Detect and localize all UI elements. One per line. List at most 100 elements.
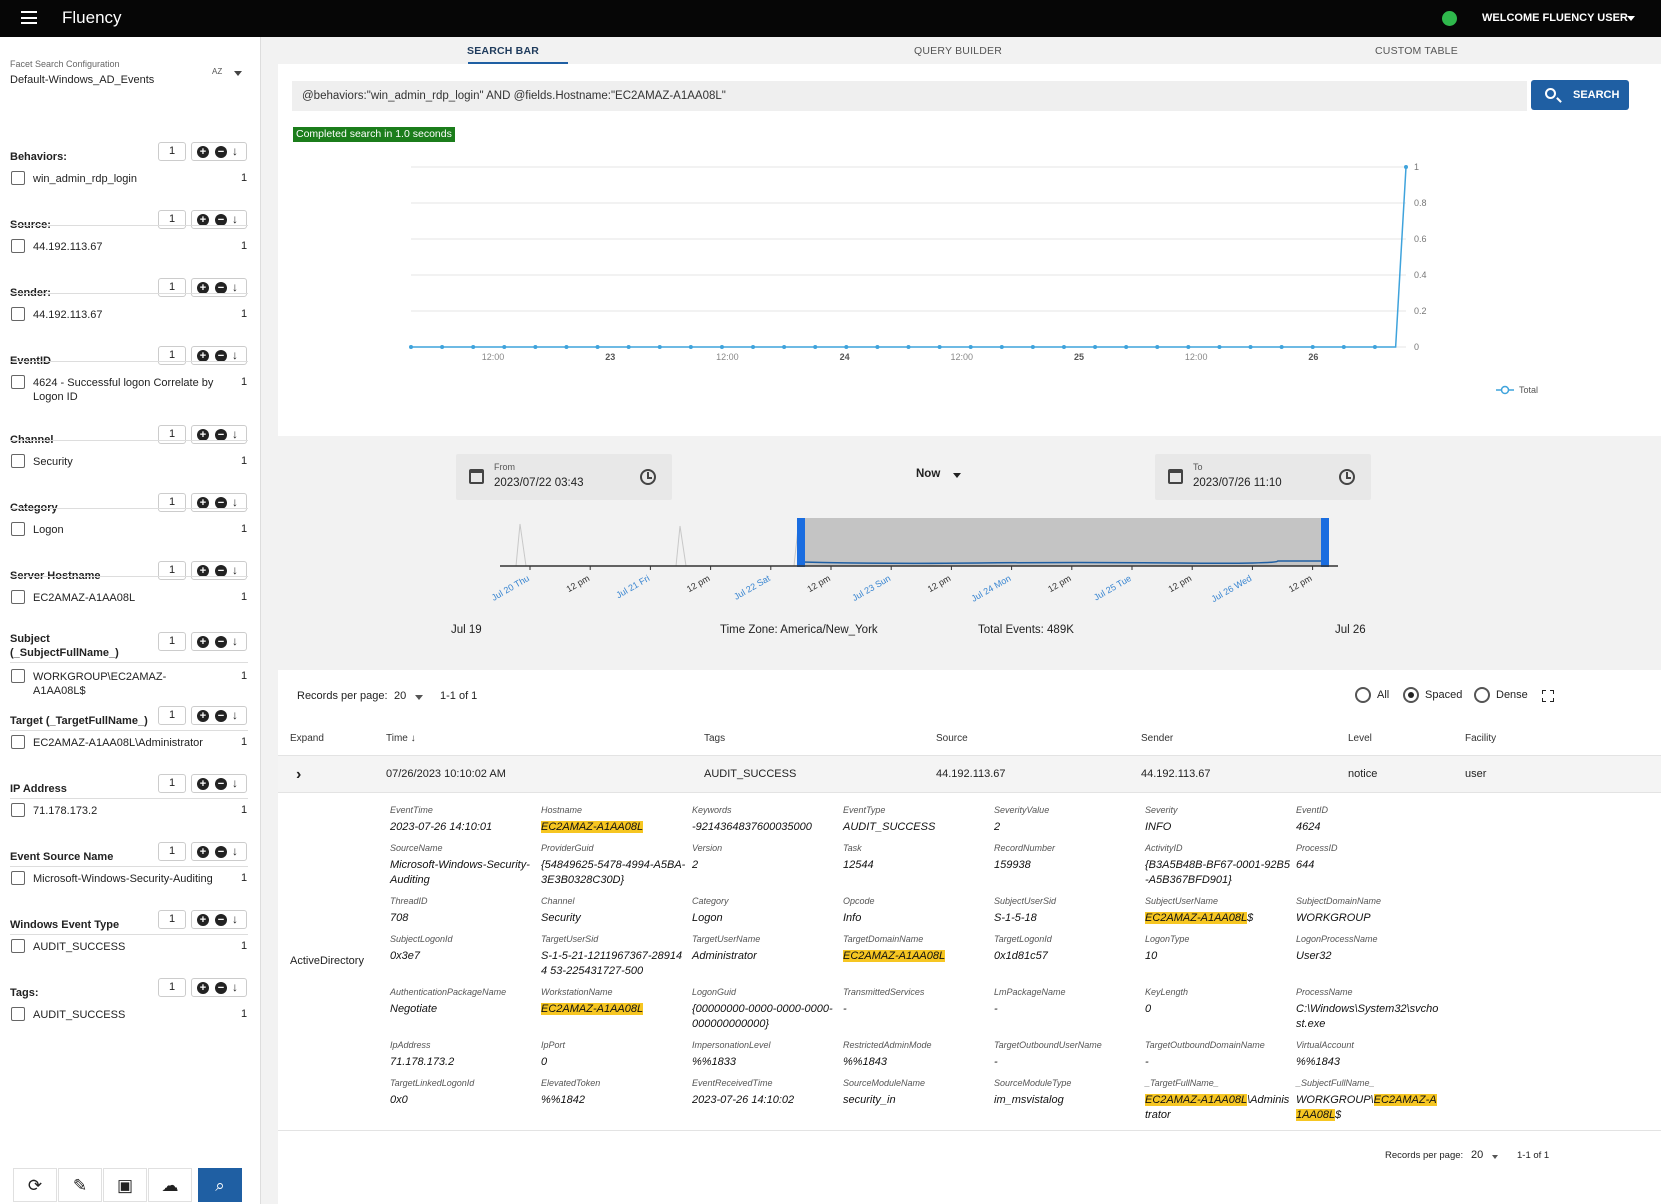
- facet-limit-input[interactable]: 1: [158, 561, 186, 580]
- facet-limit-input[interactable]: 1: [158, 346, 186, 365]
- plus-circle-icon[interactable]: +: [197, 636, 209, 648]
- facet-checkbox[interactable]: [11, 735, 25, 749]
- minus-circle-icon[interactable]: −: [215, 846, 227, 858]
- sort-arrow-down-icon[interactable]: ↓: [411, 733, 416, 744]
- config-select[interactable]: Default-Windows_AD_Events: [10, 74, 154, 86]
- clock-icon[interactable]: [1339, 469, 1355, 485]
- plus-circle-icon[interactable]: +: [197, 982, 209, 994]
- cloud-download-icon[interactable]: ☁: [148, 1168, 192, 1202]
- field-key: _SubjectFullName_: [1296, 1078, 1375, 1088]
- sort-az-icon[interactable]: AZ: [212, 67, 222, 76]
- brush-handle-right[interactable]: [1321, 518, 1329, 567]
- to-date-field[interactable]: To 2023/07/26 11:10: [1155, 454, 1371, 500]
- plus-circle-icon[interactable]: +: [197, 778, 209, 790]
- facet-checkbox[interactable]: [11, 871, 25, 885]
- time-brush-chart[interactable]: Jul 20 Thu 12 pm Jul 21 Fri 12 pm Jul 22 Sat…: [278, 506, 1661, 686]
- minus-circle-icon[interactable]: −: [215, 710, 227, 722]
- minus-circle-icon[interactable]: −: [215, 778, 227, 790]
- arrow-down-icon[interactable]: ↓: [232, 348, 238, 362]
- plus-circle-icon[interactable]: +: [197, 146, 209, 158]
- arrow-down-icon[interactable]: ↓: [232, 495, 238, 509]
- caret-down-icon[interactable]: [1492, 1155, 1498, 1159]
- from-date-field[interactable]: From 2023/07/22 03:43: [456, 454, 672, 500]
- facet-limit-input[interactable]: 1: [158, 425, 186, 444]
- caret-down-icon[interactable]: [234, 71, 242, 76]
- facet-checkbox[interactable]: [11, 171, 25, 185]
- records-per-page-select[interactable]: 20: [394, 690, 406, 702]
- facet-checkbox[interactable]: [11, 1007, 25, 1021]
- now-select[interactable]: Now: [916, 468, 940, 480]
- facet-checkbox[interactable]: [11, 239, 25, 253]
- detail-field: TargetLogonId 0x1d81c57: [994, 934, 1139, 964]
- refresh-icon[interactable]: ⟳: [13, 1168, 57, 1202]
- tab-search-bar[interactable]: SEARCH BAR: [467, 45, 539, 57]
- arrow-down-icon[interactable]: ↓: [232, 912, 238, 926]
- caret-down-icon[interactable]: [415, 695, 423, 700]
- user-menu[interactable]: WELCOME FLUENCY USER: [1482, 12, 1628, 24]
- facet-count: 1: [241, 523, 248, 535]
- field-value-wrap: 71.178.173.2: [390, 1055, 535, 1070]
- arrow-down-icon[interactable]: ↓: [232, 776, 238, 790]
- facet-checkbox[interactable]: [11, 307, 25, 321]
- view-all-radio[interactable]: [1355, 687, 1371, 703]
- facet-limit-input[interactable]: 1: [158, 706, 186, 725]
- arrow-down-icon[interactable]: ↓: [232, 427, 238, 441]
- facet-limit-input[interactable]: 1: [158, 774, 186, 793]
- arrow-down-icon[interactable]: ↓: [232, 634, 238, 648]
- facet-limit-input[interactable]: 1: [158, 842, 186, 861]
- facet-checkbox[interactable]: [11, 375, 25, 389]
- minus-circle-icon[interactable]: −: [215, 914, 227, 926]
- facet-checkbox[interactable]: [11, 669, 25, 683]
- plus-circle-icon[interactable]: +: [197, 710, 209, 722]
- plus-circle-icon[interactable]: +: [197, 846, 209, 858]
- search-icon[interactable]: ⌕: [198, 1168, 242, 1202]
- minus-circle-icon[interactable]: −: [215, 982, 227, 994]
- calendar-icon[interactable]: [1168, 469, 1183, 484]
- table-row[interactable]: › 07/26/2023 10:10:02 AM AUDIT_SUCCESS 4…: [278, 755, 1661, 793]
- tab-query-builder[interactable]: QUERY BUILDER: [914, 45, 1002, 57]
- facet-limit-input[interactable]: 1: [158, 978, 186, 997]
- arrow-down-icon[interactable]: ↓: [232, 980, 238, 994]
- clock-icon[interactable]: [640, 469, 656, 485]
- facet-limit-input[interactable]: 1: [158, 142, 186, 161]
- time-range-panel: From 2023/07/22 03:43 Now To 2023/07/26 …: [278, 436, 1661, 669]
- arrow-down-icon[interactable]: ↓: [232, 563, 238, 577]
- brush-selection[interactable]: [802, 518, 1324, 566]
- calendar-icon[interactable]: [469, 469, 484, 484]
- edit-icon[interactable]: ✎: [58, 1168, 102, 1202]
- facet-limit-input[interactable]: 1: [158, 210, 186, 229]
- caret-down-icon[interactable]: [953, 473, 961, 478]
- fullscreen-icon[interactable]: [1542, 690, 1554, 702]
- arrow-down-icon[interactable]: ↓: [232, 708, 238, 722]
- chevron-right-icon[interactable]: ›: [296, 766, 301, 784]
- view-dense-radio[interactable]: [1474, 687, 1490, 703]
- facet-checkbox[interactable]: [11, 522, 25, 536]
- facet-checkbox[interactable]: [11, 803, 25, 817]
- col-time[interactable]: Time ↓: [386, 733, 416, 744]
- facet-checkbox[interactable]: [11, 454, 25, 468]
- field-value: security_in: [843, 1094, 896, 1106]
- facet-limit-input[interactable]: 1: [158, 910, 186, 929]
- tab-custom-table[interactable]: CUSTOM TABLE: [1375, 45, 1458, 57]
- view-spaced-radio[interactable]: [1403, 687, 1419, 703]
- save-icon[interactable]: ▣: [103, 1168, 147, 1202]
- caret-down-icon[interactable]: [1627, 16, 1635, 21]
- arrow-down-icon[interactable]: ↓: [232, 844, 238, 858]
- facet-limit-input[interactable]: 1: [158, 278, 186, 297]
- minus-circle-icon[interactable]: −: [215, 146, 227, 158]
- footer-records-per-page-select[interactable]: 20: [1471, 1149, 1483, 1161]
- arrow-down-icon[interactable]: ↓: [232, 280, 238, 294]
- data-point: [657, 345, 662, 349]
- facet-checkbox[interactable]: [11, 939, 25, 953]
- field-value-wrap: -: [994, 1055, 1139, 1070]
- minus-circle-icon[interactable]: −: [215, 636, 227, 648]
- arrow-down-icon[interactable]: ↓: [232, 212, 238, 226]
- field-key: TargetOutboundDomainName: [1145, 1040, 1265, 1050]
- facet-checkbox[interactable]: [11, 590, 25, 604]
- arrow-down-icon[interactable]: ↓: [232, 144, 238, 158]
- facet-limit-input[interactable]: 1: [158, 493, 186, 512]
- menu-icon[interactable]: [21, 11, 37, 24]
- facet-limit-input[interactable]: 1: [158, 632, 186, 651]
- plus-circle-icon[interactable]: +: [197, 914, 209, 926]
- brush-handle-left[interactable]: [797, 518, 805, 567]
